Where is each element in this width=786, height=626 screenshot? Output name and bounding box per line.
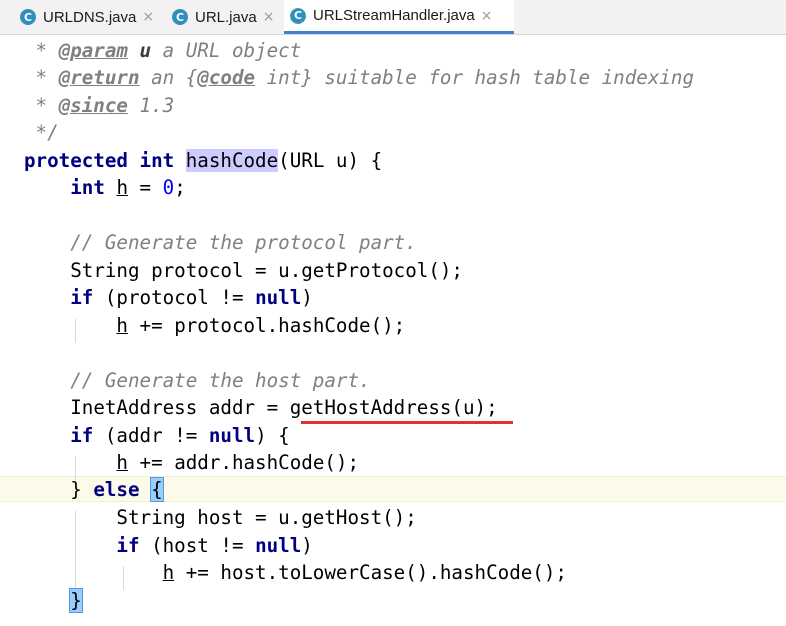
tab-urlstreamhandler[interactable]: C URLStreamHandler.java × xyxy=(284,0,514,34)
tab-label: URL.java xyxy=(195,8,257,26)
code-line: String protocol = u.getProtocol(); xyxy=(70,259,463,282)
matched-brace: } xyxy=(69,588,83,613)
code-line: if (host != null) xyxy=(116,534,313,557)
code-line: String host = u.getHost(); xyxy=(116,506,417,529)
abstract-class-icon: C xyxy=(290,7,306,24)
code-line: h += protocol.hashCode(); xyxy=(116,314,406,337)
tab-label: URLStreamHandler.java xyxy=(313,7,475,24)
code-line: * @since 1.3 xyxy=(24,94,175,117)
code-line: h += host.toLowerCase().hashCode(); xyxy=(162,561,567,584)
close-icon[interactable]: × xyxy=(263,9,275,25)
code-line: int h = 0; xyxy=(70,176,186,199)
code-line: // Generate the host part. xyxy=(70,369,371,392)
code-line: } else { xyxy=(70,477,164,502)
code-line: h += addr.hashCode(); xyxy=(116,451,360,474)
class-icon: C xyxy=(172,9,188,25)
close-icon[interactable]: × xyxy=(142,9,154,25)
close-icon[interactable]: × xyxy=(481,8,493,24)
code-line: } xyxy=(24,587,83,614)
code-editor[interactable]: * @param u a URL object * @return an {@c… xyxy=(0,35,786,626)
code-line: if (addr != null) { xyxy=(70,424,290,447)
code-line: protected int hashCode(URL u) { xyxy=(24,149,383,172)
method-name-highlight: hashCode xyxy=(185,149,279,172)
tab-urldns[interactable]: C URLDNS.java × xyxy=(14,0,164,34)
matched-brace: { xyxy=(150,477,164,502)
red-underline-annotation xyxy=(301,421,513,424)
code-line: InetAddress addr = getHostAddress(u); xyxy=(70,396,498,419)
code-line: */ xyxy=(24,121,59,144)
code-line: * @param u a URL object xyxy=(24,39,302,62)
code-line: * @return an {@code int} suitable for ha… xyxy=(24,66,695,89)
code-line: // Generate the protocol part. xyxy=(70,231,417,254)
tab-url[interactable]: C URL.java × xyxy=(166,0,282,34)
code-line: if (protocol != null) xyxy=(70,286,313,309)
editor-tab-bar: C URLDNS.java × C URL.java × C URLStream… xyxy=(0,0,786,35)
tab-label: URLDNS.java xyxy=(43,8,137,26)
class-icon: C xyxy=(20,9,36,25)
